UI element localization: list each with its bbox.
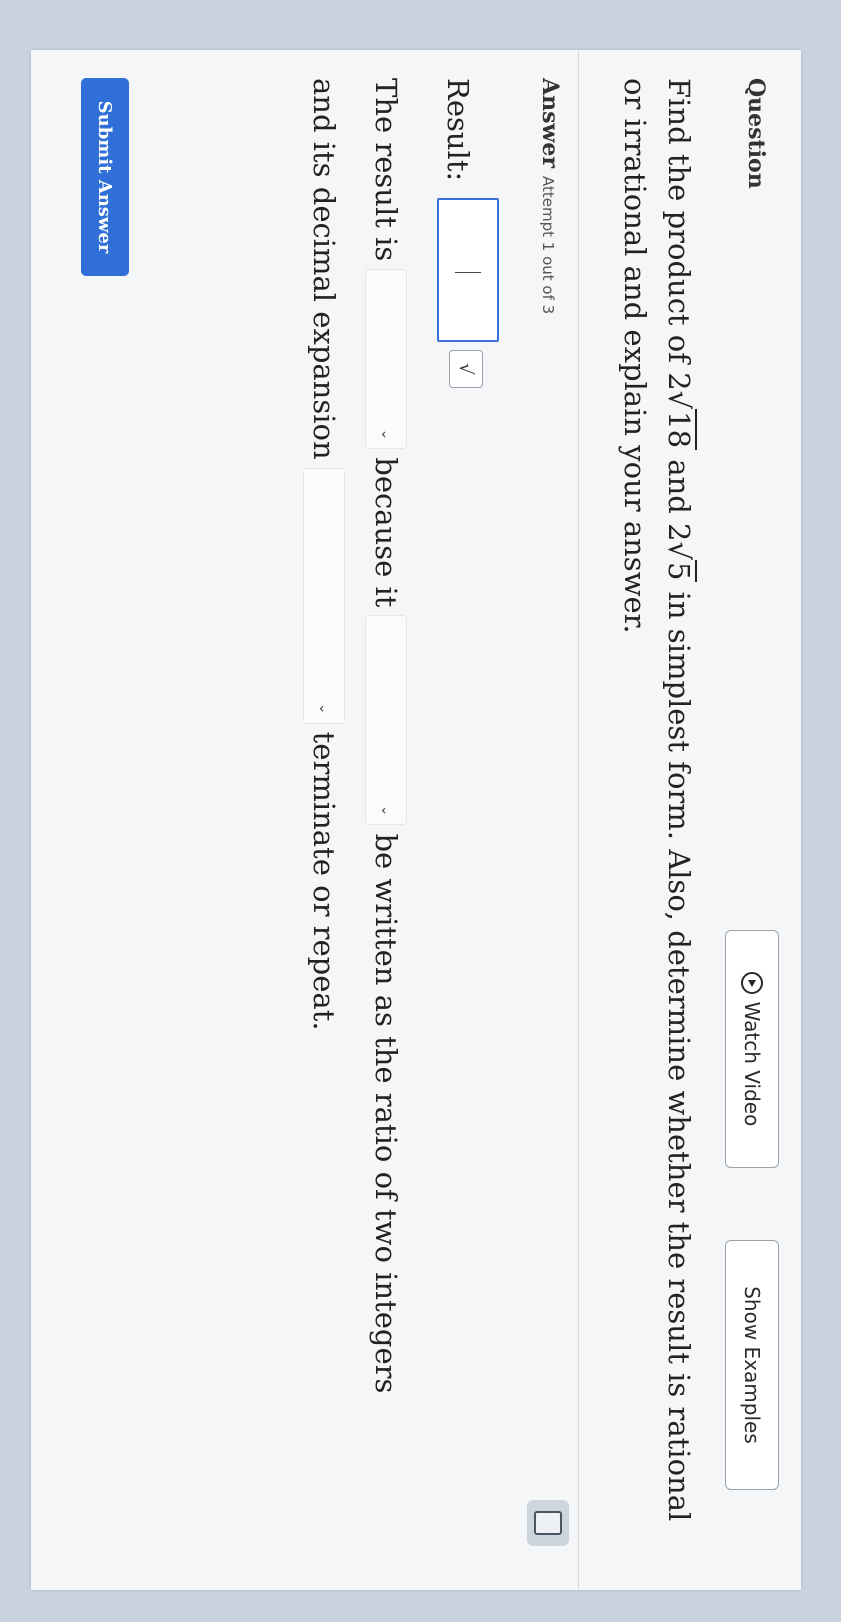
chevron-down-icon: ⌄ (378, 428, 394, 441)
radicand-1: 18 (662, 409, 697, 451)
can-cannot-dropdown[interactable]: ⌄ (365, 615, 407, 826)
question-text-part2: and 2 (662, 450, 696, 542)
screen-canvas: Question Watch Video Show Examples Find … (0, 0, 841, 1622)
watch-video-label: Watch Video (740, 1001, 764, 1127)
chevron-down-icon: ⌄ (316, 702, 332, 715)
sqrt-button[interactable]: √ (449, 350, 483, 388)
sqrt-expression-2: √5 (662, 541, 697, 583)
line1-start-text: The result is (369, 78, 403, 262)
play-circle-icon (741, 971, 763, 994)
result-input[interactable] (437, 198, 499, 342)
sqrt-expression-1: √18 (662, 390, 697, 451)
show-examples-button[interactable]: Show Examples (725, 1240, 779, 1490)
watch-video-button[interactable]: Watch Video (725, 930, 779, 1168)
question-heading: Question (743, 78, 769, 189)
result-label: Result: (441, 78, 475, 182)
does-does-not-dropdown[interactable]: ⌄ (303, 467, 345, 724)
answer-heading: Answer (537, 78, 563, 168)
line2-start-text: and its decimal expansion (307, 78, 341, 460)
rationality-dropdown[interactable]: ⌄ (365, 269, 407, 450)
line1-mid-text: because it (369, 457, 403, 608)
section-divider (578, 50, 579, 1590)
submit-answer-button[interactable]: Submit Answer (81, 78, 129, 276)
line1-end-text: be written as the ratio of two integers (369, 833, 403, 1394)
question-text-part1: Find the product of 2 (662, 78, 696, 391)
answer-sentence-line2: and its decimal expansion ⌄ terminate or… (303, 78, 345, 1031)
show-examples-label: Show Examples (740, 1286, 764, 1444)
line2-end-text: terminate or repeat. (307, 731, 341, 1031)
text-caret (455, 272, 481, 273)
answer-sentence-line1: The result is ⌄ because it ⌄ be written … (365, 78, 407, 1393)
question-panel: Question Watch Video Show Examples Find … (31, 50, 801, 1590)
question-text: Find the product of 2√18 and 2√5 in simp… (613, 78, 701, 1558)
radicand-2: 5 (662, 559, 697, 583)
attempt-counter: Attempt 1 out of 3 (539, 176, 557, 315)
calculator-icon[interactable] (527, 1500, 569, 1546)
chevron-down-icon: ⌄ (378, 804, 394, 817)
